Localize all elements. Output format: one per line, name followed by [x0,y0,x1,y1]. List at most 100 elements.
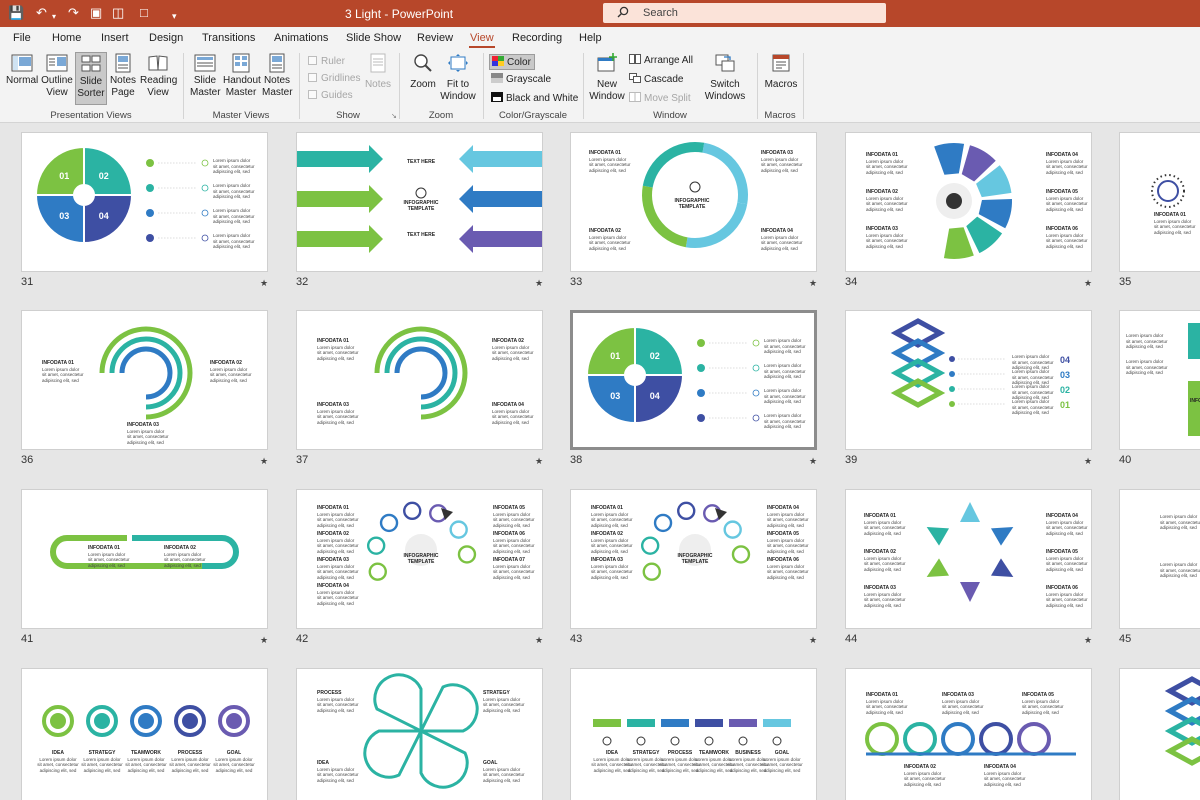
macros-button[interactable]: Macros [763,53,799,91]
transition-star-icon[interactable]: ★ [1084,456,1092,467]
slide-thumbnail-36[interactable]: INFODATA 01 Lorem ipsum dolor sit amet, c… [21,310,268,450]
slide-thumbnail-42[interactable]: INFODATA 01 Lorem ipsum dolor sit amet, c… [296,489,543,629]
slide-thumbnail-35[interactable]: INFODATA 01 Lorem ipsum dolor sit amet, c… [1119,132,1200,272]
slide-thumbnail-44[interactable]: INFODATA 01 Lorem ipsum dolor sit amet, c… [845,489,1092,629]
grayscale-button[interactable]: Grayscale [491,73,551,85]
tab-file[interactable]: File [13,32,31,44]
slide-sorter-button[interactable]: Slide Sorter [75,52,107,105]
bullet-icon [949,356,955,362]
slide-thumbnail-partial-17[interactable]: IDEA Lorem ipsum dolor sit amet, consecte… [570,668,817,800]
outline-view-button[interactable]: Outline View [40,53,74,99]
transition-star-icon[interactable]: ★ [260,635,268,646]
slide-thumbnail-38[interactable]: 01 02 03 04 Lorem ipsum dolor sit amet, cons… [570,310,817,450]
transition-star-icon[interactable]: ★ [1084,278,1092,289]
step-label-bar [593,719,621,727]
cascade-button[interactable]: Cascade [629,73,683,85]
notes-page-button[interactable]: Notes Page [108,53,138,99]
fit-to-window-button[interactable]: Fit to Window [440,53,476,103]
new-window-button[interactable]: New Window [588,53,626,103]
tab-recording[interactable]: Recording [512,32,562,44]
tab-slide-show[interactable]: Slide Show [346,32,401,44]
present-icon[interactable]: ▣ [90,5,102,21]
transition-star-icon[interactable]: ★ [260,278,268,289]
slide-thumbnail-33[interactable]: INFODATA 01 Lorem ipsum dolor sit amet, c… [570,132,817,272]
gridlines-checkbox[interactable]: Gridlines [308,73,360,84]
save-icon[interactable]: 💾 [8,5,24,21]
step-circle [449,520,468,539]
search-icon [1157,180,1179,202]
slide-thumbnail-45[interactable]: Lorem ipsum dolor sit amet, consectetur … [1119,489,1200,629]
slide-text: INFOGRAPHIC TEMPLATE [403,553,439,565]
slide-thumbnail-partial-18[interactable]: INFODATA 01 Lorem ipsum dolor sit amet, c… [845,668,1092,800]
macros-group-label: Macros [764,110,796,121]
tab-view[interactable]: View [469,32,495,48]
tab-home[interactable]: Home [52,32,81,44]
slide-text: GOAL Lorem ipsum dolor sit amet, consecte… [213,750,255,773]
slide-thumbnail-partial-19[interactable] [1119,668,1200,800]
tab-animations[interactable]: Animations [274,32,328,44]
transition-star-icon[interactable]: ★ [809,635,817,646]
notes-button[interactable]: Notes [364,53,392,91]
slide-thumbnail-32[interactable]: TEXT HERE INFOGRAPHIC TEMPLATE TEXT HERE [296,132,543,272]
transition-star-icon[interactable]: ★ [535,635,543,646]
slide-thumbnail-39[interactable]: 04 03 02 01 Lorem ipsum dolor sit amet, cons… [845,310,1092,450]
notes-master-button[interactable]: Notes Master [262,53,293,99]
black-and-white-button[interactable]: Black and White [491,92,578,104]
slide-text: INFODATA 02 Lorem ipsum dolor sit amet, c… [210,360,252,383]
slide-sorter-grid[interactable]: 01 02 03 04 Lorem ipsum dolor sit amet, cons… [0,124,1200,800]
handout-master-button[interactable]: Handout Master [223,53,261,99]
tab-help[interactable]: Help [579,32,602,44]
bullet-icon [146,209,154,217]
step-label-bar [627,719,655,727]
step-icon [182,713,198,729]
slide-thumbnail-31[interactable]: 01 02 03 04 Lorem ipsum dolor sit amet, cons… [21,132,268,272]
switch-windows-button[interactable]: Switch Windows [700,53,750,103]
tab-insert[interactable]: Insert [101,32,129,44]
notes-page-label: Notes Page [109,75,137,98]
transition-star-icon[interactable]: ★ [535,278,543,289]
transition-star-icon[interactable]: ★ [809,456,817,467]
redo-icon[interactable]: ↷ [68,5,79,21]
tab-transitions[interactable]: Transitions [202,32,255,44]
target-icon [689,181,701,193]
slide-text: INFODATA 03 Lorem ipsum dolor sit amet, c… [864,585,906,608]
slide-number: 35 [1119,276,1132,288]
slide-text: INFODATA 02 Lorem ipsum dolor sit amet, c… [904,764,946,787]
arc-arrow [99,326,193,420]
slide-thumbnail-partial-16[interactable]: PROCESS Lorem ipsum dolor sit amet, conse… [296,668,543,800]
slide-thumbnail-partial-15[interactable]: IDEA Lorem ipsum dolor sit amet, consecte… [21,668,268,800]
undo-dropdown-icon[interactable]: ▾ [52,9,56,25]
step-number: 02 [1060,385,1070,395]
slide-thumbnail-40[interactable]: Lorem ipsum dolor sit amet, consectetur … [1119,310,1200,450]
reading-view-button[interactable]: Reading View [140,53,177,99]
search-box[interactable]: Search [603,3,886,23]
ruler-checkbox[interactable]: Ruler [308,56,345,67]
tab-design[interactable]: Design [149,32,183,44]
zoom-button[interactable]: Zoom [408,53,438,91]
transition-star-icon[interactable]: ★ [809,278,817,289]
slide-thumbnail-43[interactable]: INFODATA 01 Lorem ipsum dolor sit amet, c… [570,489,817,629]
arrange-all-button[interactable]: Arrange All [629,54,693,66]
tab-review[interactable]: Review [417,32,453,44]
shape-icon[interactable]: □ [140,5,148,21]
slide-text: INFODATA 03 Lorem ipsum dolor sit amet, c… [591,557,633,580]
slide-master-button[interactable]: Slide Master [190,53,221,99]
slide-thumbnail-41[interactable]: INFODATA 01 Lorem ipsum dolor sit amet, c… [21,489,268,629]
undo-icon[interactable]: ↶ [36,5,47,21]
transition-star-icon[interactable]: ★ [535,456,543,467]
normal-view-button[interactable]: Normal [6,53,38,87]
guides-checkbox[interactable]: Guides [308,90,353,101]
move-split-button[interactable]: Move Split [629,92,691,104]
black-and-white-label: Black and White [506,93,579,104]
transition-star-icon[interactable]: ★ [260,456,268,467]
slide-thumbnail-37[interactable]: INFODATA 01 Lorem ipsum dolor sit amet, c… [296,310,543,450]
slide-text: INFODATA 02 Lorem ipsum dolor sit amet, c… [317,531,359,554]
color-button[interactable]: Color [489,54,535,70]
dialog-launcher-icon[interactable]: ↘ [391,112,397,120]
transition-star-icon[interactable]: ★ [1084,635,1092,646]
window-icon[interactable]: ◫ [112,5,124,21]
slide-text: Lorem ipsum dolor sit amet, consectetur … [1126,359,1168,375]
slide-text: PROCESS Lorem ipsum dolor sit amet, conse… [317,690,359,713]
slide-thumbnail-34[interactable]: INFODATA 01 Lorem ipsum dolor sit amet, c… [845,132,1092,272]
customize-qat-icon[interactable]: ▾ [172,8,177,24]
